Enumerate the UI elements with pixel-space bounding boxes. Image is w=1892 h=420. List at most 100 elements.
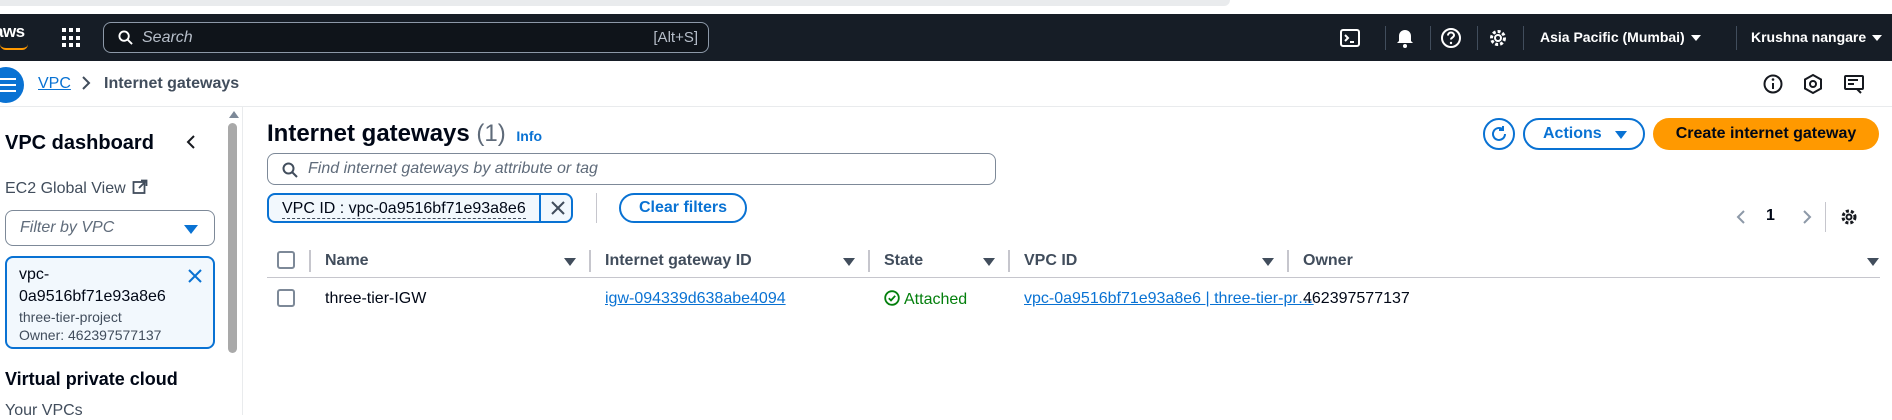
search-input[interactable] [142, 27, 562, 49]
account-menu[interactable]: Krushna nangare [1751, 29, 1883, 45]
close-icon[interactable] [550, 200, 566, 216]
filter-token-label[interactable]: VPC ID : vpc-0a9516bf71e93a8e6 [282, 200, 526, 219]
nav-separator [1523, 26, 1524, 50]
property-filter[interactable] [267, 153, 996, 185]
info-icon[interactable] [1762, 73, 1784, 95]
region-label: Asia Pacific (Mumbai) [1540, 29, 1685, 45]
menu-icon-line [0, 90, 16, 92]
scroll-up-icon[interactable] [229, 111, 239, 118]
cell-name: three-tier-IGW [325, 290, 427, 307]
table-settings-gear-icon[interactable] [1839, 207, 1859, 227]
nav-separator [1430, 26, 1431, 50]
feedback-icon[interactable] [1802, 73, 1824, 95]
search-icon [118, 30, 133, 45]
region-selector[interactable]: Asia Pacific (Mumbai) [1540, 29, 1701, 45]
main-content: Internet gateways (1) Info Actions Creat… [243, 107, 1892, 415]
page-title-text: Internet gateways [267, 120, 470, 147]
sidebar-scrollbar[interactable] [226, 111, 239, 415]
page-number[interactable]: 1 [1766, 207, 1775, 225]
pagination-separator [1825, 202, 1826, 232]
aws-logo[interactable]: aws [0, 22, 25, 42]
page-title: Internet gateways (1) Info [267, 120, 542, 148]
chevron-right-icon [82, 76, 91, 90]
refresh-icon [1492, 126, 1506, 141]
sidebar-item-your-vpcs[interactable]: Your VPCs [5, 402, 83, 420]
ec2-global-view-label: EC2 Global View [5, 180, 126, 197]
row-checkbox[interactable] [277, 289, 295, 307]
column-divider[interactable] [589, 250, 591, 272]
column-divider[interactable] [1287, 250, 1289, 272]
nav-separator [1736, 26, 1737, 50]
cloudshell-icon[interactable] [1339, 27, 1361, 49]
notifications-panel-icon[interactable] [1843, 73, 1865, 95]
column-divider [309, 250, 311, 272]
chevron-right-icon[interactable] [1802, 209, 1812, 225]
refresh-button[interactable] [1483, 118, 1515, 150]
breadcrumb-current: Internet gateways [104, 75, 240, 92]
menu-icon-line [0, 84, 16, 86]
user-name: Krushna nangare [1751, 29, 1867, 45]
find-gateways-input[interactable] [308, 160, 908, 178]
caret-down-icon [1615, 131, 1627, 139]
nav-separator [1477, 26, 1478, 50]
close-icon[interactable] [187, 268, 203, 284]
sort-caret-icon[interactable] [1262, 258, 1274, 266]
actions-label: Actions [1543, 125, 1602, 142]
filter-separator [596, 193, 597, 223]
cell-state: Attached [884, 290, 967, 309]
sort-caret-icon[interactable] [983, 258, 995, 266]
table-header: Name Internet gateway ID State VPC ID Ow… [267, 244, 1880, 278]
selected-vpc-owner: Owner: 462397577137 [19, 327, 162, 343]
browser-tab-edge [0, 0, 1230, 6]
external-link-icon [132, 179, 148, 194]
side-navigation: VPC dashboard EC2 Global View vpc-0a9516… [0, 107, 243, 419]
chevron-down-icon [1872, 35, 1883, 42]
actions-button[interactable]: Actions [1523, 118, 1645, 150]
vpc-filter-input[interactable] [20, 219, 170, 237]
side-nav-title[interactable]: VPC dashboard [5, 132, 154, 155]
column-header-igw-id[interactable]: Internet gateway ID [605, 252, 752, 270]
help-icon[interactable] [1440, 27, 1462, 49]
clear-filters-button[interactable]: Clear filters [619, 193, 747, 223]
column-divider[interactable] [868, 250, 870, 272]
menu-toggle-button[interactable] [0, 67, 24, 103]
breadcrumb-bar: VPC Internet gateways [0, 61, 1892, 107]
global-search[interactable]: [Alt+S] [103, 22, 709, 53]
search-shortcut: [Alt+S] [653, 29, 698, 46]
bell-icon[interactable] [1394, 27, 1416, 49]
create-internet-gateway-button[interactable]: Create internet gateway [1653, 118, 1879, 150]
chevron-left-icon[interactable] [1736, 209, 1746, 225]
vpc-filter-select[interactable] [5, 210, 215, 246]
gear-icon[interactable] [1487, 27, 1509, 49]
success-check-icon [884, 290, 900, 306]
column-divider[interactable] [1008, 250, 1010, 272]
selected-vpc-name: three-tier-project [19, 309, 122, 325]
cell-vpc-id-link[interactable]: vpc-0a9516bf71e93a8e6 | three-tier-pr… [1024, 290, 1314, 308]
menu-icon [0, 78, 16, 80]
breadcrumb-vpc-link[interactable]: VPC [38, 75, 71, 93]
chevron-down-icon [1690, 35, 1701, 42]
top-navigation: aws [Alt+S] Asia Pacific (Mumbai) Krushn… [0, 14, 1892, 61]
sort-caret-icon[interactable] [564, 258, 576, 266]
filter-token[interactable]: VPC ID : vpc-0a9516bf71e93a8e6 [267, 193, 573, 223]
column-header-vpc-id[interactable]: VPC ID [1024, 252, 1077, 270]
sort-caret-icon[interactable] [843, 258, 855, 266]
select-all-checkbox[interactable] [277, 251, 295, 269]
cell-owner: 462397577137 [1303, 290, 1410, 307]
nav-separator [1385, 26, 1386, 50]
filter-token-divider [539, 195, 541, 221]
column-header-owner[interactable]: Owner [1303, 252, 1353, 270]
sort-caret-icon[interactable] [1867, 258, 1879, 266]
ec2-global-view-link[interactable]: EC2 Global View [5, 179, 148, 198]
info-link[interactable]: Info [516, 128, 542, 144]
resource-count: (1) [476, 120, 506, 147]
table-row[interactable]: three-tier-IGW igw-094339d638abe4094 Att… [267, 278, 1880, 318]
services-menu-icon[interactable] [62, 28, 82, 48]
cell-igw-id-link[interactable]: igw-094339d638abe4094 [605, 290, 786, 308]
selected-vpc-id: vpc-0a9516bf71e93a8e6 [19, 266, 166, 305]
column-header-name[interactable]: Name [325, 252, 369, 270]
column-header-state[interactable]: State [884, 252, 923, 270]
scroll-thumb[interactable] [228, 123, 237, 353]
side-section-vpc: Virtual private cloud [5, 369, 178, 389]
close-sidebar-icon[interactable] [182, 133, 200, 151]
